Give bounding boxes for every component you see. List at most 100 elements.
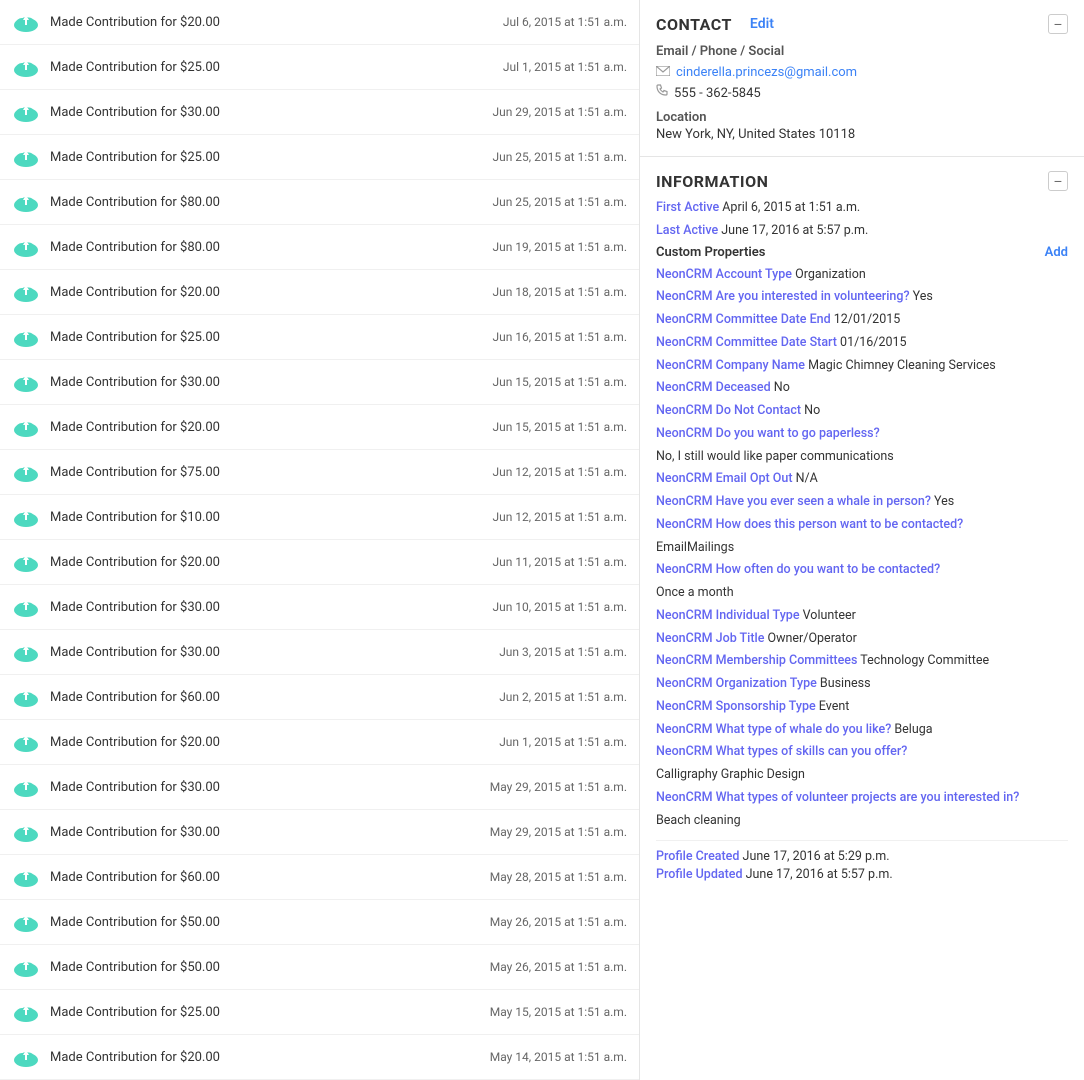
property-value: 12/01/2015 [831,312,901,327]
property-row: NeonCRM Job Title Owner/Operator [656,630,1068,649]
contact-title: CONTACT [656,15,732,34]
contribution-icon [12,683,40,711]
contribution-icon [12,323,40,351]
property-label: NeonCRM Account Type [656,267,792,282]
list-item: Made Contribution for $80.00 Jun 25, 201… [0,180,639,225]
list-item: Made Contribution for $30.00 Jun 15, 201… [0,360,639,405]
property-row: Beach cleaning [656,812,1068,831]
property-label: NeonCRM Individual Type [656,608,800,623]
information-collapse-button[interactable]: − [1048,171,1068,191]
contribution-icon [12,998,40,1026]
property-value: No [801,403,820,418]
activity-text: Made Contribution for $10.00 [50,510,492,525]
property-value: Event [816,699,850,714]
profile-updated-value-text: June 17, 2016 at 5:57 p.m. [746,867,893,882]
list-item: Made Contribution for $30.00 Jun 10, 201… [0,585,639,630]
custom-properties-list: NeonCRM Account Type OrganizationNeonCRM… [656,266,1068,831]
information-section: INFORMATION − First Active April 6, 2015… [640,157,1084,899]
contribution-icon [12,863,40,891]
activity-date: Jul 1, 2015 at 1:51 a.m. [503,60,627,74]
property-row: NeonCRM Organization Type Business [656,675,1068,694]
list-item: Made Contribution for $20.00 Jul 6, 2015… [0,0,639,45]
email-link[interactable]: cinderella.princezs@gmail.com [676,65,857,80]
activity-date: Jun 15, 2015 at 1:51 a.m. [492,420,627,434]
contribution-icon [12,1043,40,1071]
activity-text: Made Contribution for $30.00 [50,105,492,120]
activity-date: Jul 6, 2015 at 1:51 a.m. [503,15,627,29]
activity-date: Jun 12, 2015 at 1:51 a.m. [492,510,627,524]
list-item: Made Contribution for $75.00 Jun 12, 201… [0,450,639,495]
list-item: Made Contribution for $80.00 Jun 19, 201… [0,225,639,270]
activity-text: Made Contribution for $60.00 [50,690,499,705]
property-row: NeonCRM Account Type Organization [656,266,1068,285]
activity-date: Jun 12, 2015 at 1:51 a.m. [492,465,627,479]
property-row: NeonCRM Sponsorship Type Event [656,698,1068,717]
contribution-icon [12,593,40,621]
property-row: NeonCRM Committee Date Start 01/16/2015 [656,334,1068,353]
list-item: Made Contribution for $25.00 Jul 1, 2015… [0,45,639,90]
list-item: Made Contribution for $60.00 Jun 2, 2015… [0,675,639,720]
property-row: NeonCRM Committee Date End 12/01/2015 [656,311,1068,330]
custom-properties-title: Custom Properties [656,245,765,260]
profile-created-label: Profile Created [656,849,739,864]
activity-text: Made Contribution for $30.00 [50,825,490,840]
profile-updated-label: Profile Updated [656,867,743,882]
activity-text: Made Contribution for $20.00 [50,1050,490,1065]
property-label: NeonCRM Committee Date Start [656,335,837,350]
property-value: Yes [931,494,954,509]
phone-value: 555 - 362-5845 [674,86,761,101]
activity-text: Made Contribution for $30.00 [50,600,492,615]
activity-text: Made Contribution for $20.00 [50,15,503,30]
activity-date: May 15, 2015 at 1:51 a.m. [490,1005,627,1019]
property-value: Volunteer [800,608,856,623]
contact-collapse-button[interactable]: − [1048,14,1068,34]
property-value: No [771,380,790,395]
property-label: NeonCRM Have you ever seen a whale in pe… [656,494,931,509]
activity-text: Made Contribution for $30.00 [50,645,499,660]
activity-date: Jun 3, 2015 at 1:51 a.m. [499,645,627,659]
email-icon [656,65,670,80]
list-item: Made Contribution for $25.00 Jun 16, 201… [0,315,639,360]
add-property-link[interactable]: Add [1045,245,1068,260]
property-label: NeonCRM How often do you want to be cont… [656,562,940,577]
activity-date: Jun 10, 2015 at 1:51 a.m. [492,600,627,614]
contribution-icon [12,233,40,261]
list-item: Made Contribution for $30.00 May 29, 201… [0,765,639,810]
edit-link[interactable]: Edit [750,16,774,32]
property-row: NeonCRM How does this person want to be … [656,516,1068,535]
contact-section: CONTACT Edit − Email / Phone / Social ci… [640,0,1084,157]
activity-text: Made Contribution for $75.00 [50,465,492,480]
profile-dates: Profile Created June 17, 2016 at 5:29 p.… [656,840,1068,882]
property-row: Once a month [656,584,1068,603]
property-value-standalone: Once a month [656,585,734,600]
activity-date: May 29, 2015 at 1:51 a.m. [490,825,627,839]
property-row: NeonCRM How often do you want to be cont… [656,561,1068,580]
property-value-standalone: No, I still would like paper communicati… [656,449,894,464]
list-item: Made Contribution for $20.00 Jun 15, 201… [0,405,639,450]
property-label: NeonCRM What types of skills can you off… [656,744,907,759]
activity-date: May 14, 2015 at 1:51 a.m. [490,1050,627,1064]
activity-text: Made Contribution for $20.00 [50,735,499,750]
activity-text: Made Contribution for $50.00 [50,960,490,975]
contribution-icon [12,98,40,126]
contribution-icon [12,53,40,81]
property-value-standalone: Calligraphy Graphic Design [656,767,805,782]
first-active-label: First Active [656,200,719,215]
activity-text: Made Contribution for $80.00 [50,240,492,255]
location-label: Location [656,110,1068,125]
activity-text: Made Contribution for $80.00 [50,195,492,210]
list-item: Made Contribution for $50.00 May 26, 201… [0,945,639,990]
list-item: Made Contribution for $30.00 Jun 3, 2015… [0,630,639,675]
property-label: NeonCRM Sponsorship Type [656,699,816,714]
property-row: NeonCRM Membership Committees Technology… [656,652,1068,671]
contribution-icon [12,368,40,396]
activity-text: Made Contribution for $20.00 [50,420,492,435]
activity-text: Made Contribution for $30.00 [50,780,490,795]
activity-date: Jun 2, 2015 at 1:51 a.m. [499,690,627,704]
first-active-value-text: April 6, 2015 at 1:51 a.m. [722,200,860,215]
activity-date: Jun 11, 2015 at 1:51 a.m. [492,555,627,569]
property-row: EmailMailings [656,539,1068,558]
property-row: Calligraphy Graphic Design [656,766,1068,785]
property-label: NeonCRM Organization Type [656,676,817,691]
property-label: NeonCRM How does this person want to be … [656,517,963,532]
